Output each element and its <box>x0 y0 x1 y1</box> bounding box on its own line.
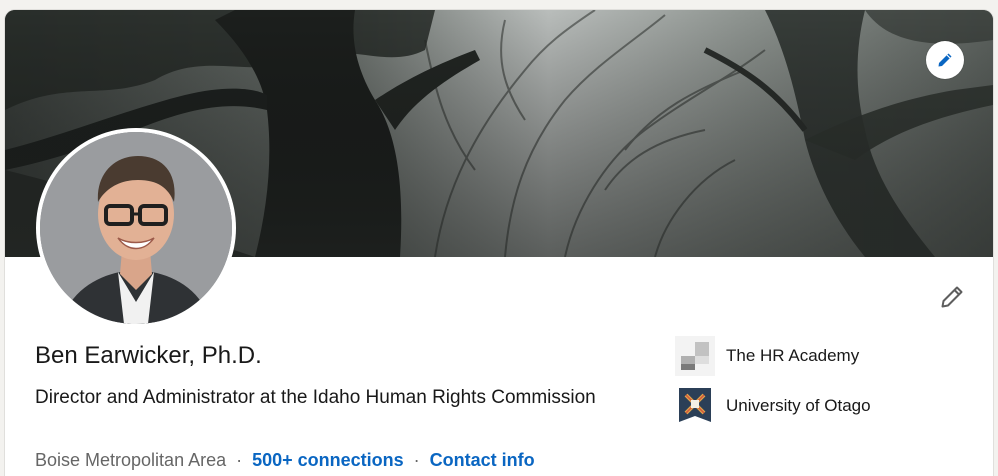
profile-photo <box>40 132 232 324</box>
org-item-university-of-otago[interactable]: University of Otago <box>675 386 871 426</box>
profile-photo-frame[interactable] <box>36 128 236 328</box>
university-of-otago-crest <box>675 386 715 426</box>
edit-banner-button[interactable] <box>926 41 964 79</box>
location-text: Boise Metropolitan Area <box>35 450 227 470</box>
connections-link[interactable]: 500+ connections <box>252 450 404 470</box>
contact-info-link[interactable]: Contact info <box>430 450 535 470</box>
org-item-hr-academy[interactable]: The HR Academy <box>675 336 871 376</box>
edit-intro-button[interactable] <box>937 282 967 312</box>
pencil-icon <box>938 53 952 67</box>
hr-academy-logo <box>675 336 715 376</box>
profile-name: Ben Earwicker, Ph.D. <box>35 342 262 369</box>
profile-meta-line: Boise Metropolitan Area · 500+ connections… <box>35 450 535 471</box>
avatar[interactable] <box>40 132 232 324</box>
org-name: University of Otago <box>726 396 871 415</box>
pencil-icon <box>941 286 963 308</box>
org-name: The HR Academy <box>726 346 860 365</box>
organizations-list: The HR Academy University of Otago <box>675 336 871 436</box>
profile-card: Ben Earwicker, Ph.D. Director and Admini… <box>5 10 993 476</box>
profile-headline: Director and Administrator at the Idaho … <box>35 387 596 408</box>
separator-dot: · <box>413 450 420 470</box>
separator-dot: · <box>236 450 243 470</box>
